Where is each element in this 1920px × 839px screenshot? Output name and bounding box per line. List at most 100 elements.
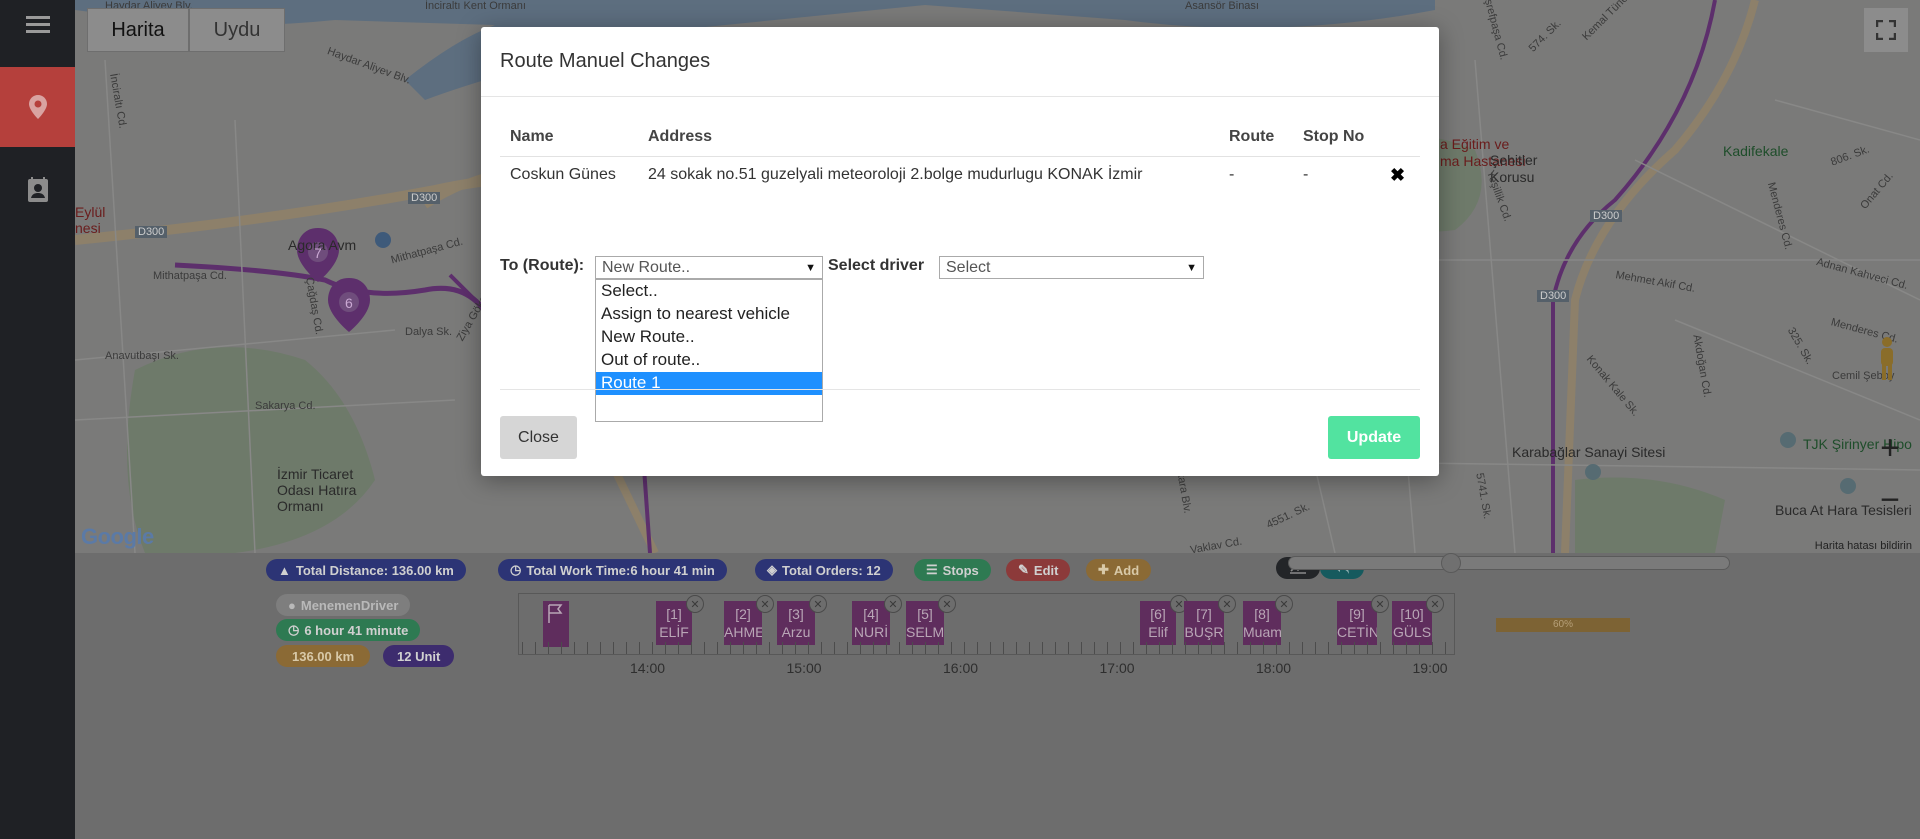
minus-icon: − — [1880, 480, 1900, 519]
timeline-tick — [1263, 642, 1264, 654]
timeline-tick — [1094, 642, 1095, 654]
map-label: Eylül — [75, 204, 106, 220]
remove-stop-button[interactable]: ✕ — [938, 595, 956, 613]
fullscreen-button[interactable] — [1864, 8, 1908, 52]
route-option[interactable]: Assign to nearest vehicle — [596, 303, 822, 326]
timeline-tick — [587, 642, 588, 654]
timeline-tick — [535, 642, 536, 654]
menu-button[interactable] — [0, 0, 75, 48]
route-option[interactable]: Out of route.. — [596, 349, 822, 372]
route-option[interactable]: Route 1 — [596, 372, 822, 395]
timeline-tick — [600, 642, 601, 654]
stops-button[interactable]: ☰ Stops — [914, 559, 991, 581]
timeline-tick — [678, 642, 679, 654]
table-row: Coskun Günes 24 sokak no.51 guzelyali me… — [500, 156, 1420, 194]
fullscreen-icon — [1876, 20, 1896, 40]
modal-footer-divider — [500, 389, 1420, 390]
remove-stop-button[interactable]: ✕ — [809, 595, 827, 613]
total-distance-badge: ▲ Total Distance: 136.00 km — [266, 559, 466, 581]
timeline-tick — [834, 642, 835, 654]
map-type-harita-button[interactable]: Harita — [87, 8, 189, 52]
timeline-tick — [1120, 642, 1121, 654]
timeline-tick — [704, 642, 705, 654]
edit-button[interactable]: ✎ Edit — [1006, 559, 1071, 581]
to-route-label: To (Route): — [500, 257, 585, 274]
close-button[interactable]: Close — [500, 416, 577, 459]
route-duration-badge: ◷ 6 hour 41 minute — [276, 619, 421, 641]
contacts-icon — [27, 177, 48, 202]
timeline-tick — [1016, 642, 1017, 654]
remove-stop-button[interactable]: ✕ — [756, 595, 774, 613]
map-label: D300 — [408, 192, 441, 204]
hour-label: 19:00 — [1412, 660, 1448, 676]
timeline-tick — [769, 642, 770, 654]
timeline-stop-name: Arzu — [781, 624, 811, 640]
column-header-stop-no: Stop No — [1293, 118, 1375, 157]
timeline-tick — [730, 642, 731, 654]
map-label: nesi — [75, 220, 101, 236]
timeline-tick — [1081, 642, 1082, 654]
map-label: Mithatpaşa Cd. — [153, 270, 227, 282]
sidebar-item-contacts[interactable] — [0, 150, 75, 230]
timeline-tick — [873, 642, 874, 654]
hour-label: 17:00 — [1099, 660, 1135, 676]
remove-row-button[interactable]: ✖ — [1375, 156, 1420, 194]
timeline-tick — [561, 642, 562, 654]
timeline-tick — [808, 642, 809, 654]
timeline-tick — [652, 642, 653, 654]
map-error-link[interactable]: Harita hatası bildirin — [1815, 540, 1912, 552]
route-changes-modal: Route Manuel Changes Name Address Route … — [481, 27, 1439, 476]
timeline-tick — [899, 642, 900, 654]
timeline-stop-name: Muam — [1243, 624, 1281, 640]
timeline-tick — [821, 642, 822, 654]
pegman-icon[interactable] — [1876, 336, 1898, 382]
map-label: D300 — [1537, 290, 1570, 302]
timeline-tick — [1224, 642, 1225, 654]
to-route-select[interactable]: New Route.. ▼ — [595, 256, 823, 279]
route-pin-label[interactable]: 7 — [314, 245, 322, 261]
total-work-time-badge: ◷ Total Work Time:6 hour 41 min — [498, 559, 727, 581]
route-option[interactable]: New Route.. — [596, 326, 822, 349]
modal-title: Route Manuel Changes — [500, 50, 711, 72]
route-pin-label[interactable]: 6 — [345, 295, 353, 311]
timeline-tick — [522, 642, 523, 654]
timeline-tick — [743, 642, 744, 654]
timeline-tick — [912, 642, 913, 654]
timeline-tick — [977, 642, 978, 654]
road-icon: ▲ — [278, 562, 291, 578]
remove-stop-button[interactable]: ✕ — [1371, 595, 1389, 613]
add-button[interactable]: ✚ Add — [1086, 559, 1152, 581]
map-type-uydu-button[interactable]: Uydu — [189, 8, 285, 52]
route-option[interactable]: Select.. — [596, 280, 822, 303]
total-work-time-text: Total Work Time:6 hour 41 min — [526, 562, 715, 578]
timeline-tick — [613, 642, 614, 654]
start-flag — [543, 601, 569, 647]
timeline-tick — [1328, 642, 1329, 654]
zoom-in-button[interactable]: + — [1870, 428, 1910, 468]
remove-stop-button[interactable]: ✕ — [1275, 595, 1293, 613]
timeline-stop-name: GÜLS — [1392, 624, 1432, 640]
plus-icon: + — [1880, 428, 1900, 467]
menu-icon — [25, 16, 50, 33]
remove-stop-button[interactable]: ✕ — [686, 595, 704, 613]
update-button[interactable]: Update — [1328, 416, 1420, 459]
remove-stop-button[interactable]: ✕ — [1218, 595, 1236, 613]
driver-select[interactable]: Select ▼ — [939, 256, 1204, 279]
map-label: Anavutbaşı Sk. — [105, 350, 179, 362]
route-progress-label: 60% — [1552, 619, 1573, 630]
time-slider-handle[interactable] — [1441, 553, 1461, 573]
map-label: Agora Avm — [288, 237, 357, 253]
flag-icon — [548, 604, 563, 623]
route-progress-bar: 60% — [1496, 618, 1630, 632]
timeline-tick — [1198, 642, 1199, 654]
remove-stop-button[interactable]: ✕ — [1426, 595, 1444, 613]
sidebar-item-map[interactable] — [0, 67, 75, 147]
remove-stop-button[interactable]: ✕ — [884, 595, 902, 613]
timeline-tick — [964, 642, 965, 654]
timeline-stop-name: ELİF — [659, 624, 689, 640]
add-label: Add — [1113, 562, 1140, 578]
zoom-out-button[interactable]: − — [1870, 480, 1910, 520]
timeline-tick — [1107, 642, 1108, 654]
timeline-tick — [1445, 642, 1446, 654]
time-slider[interactable] — [1288, 553, 1730, 573]
